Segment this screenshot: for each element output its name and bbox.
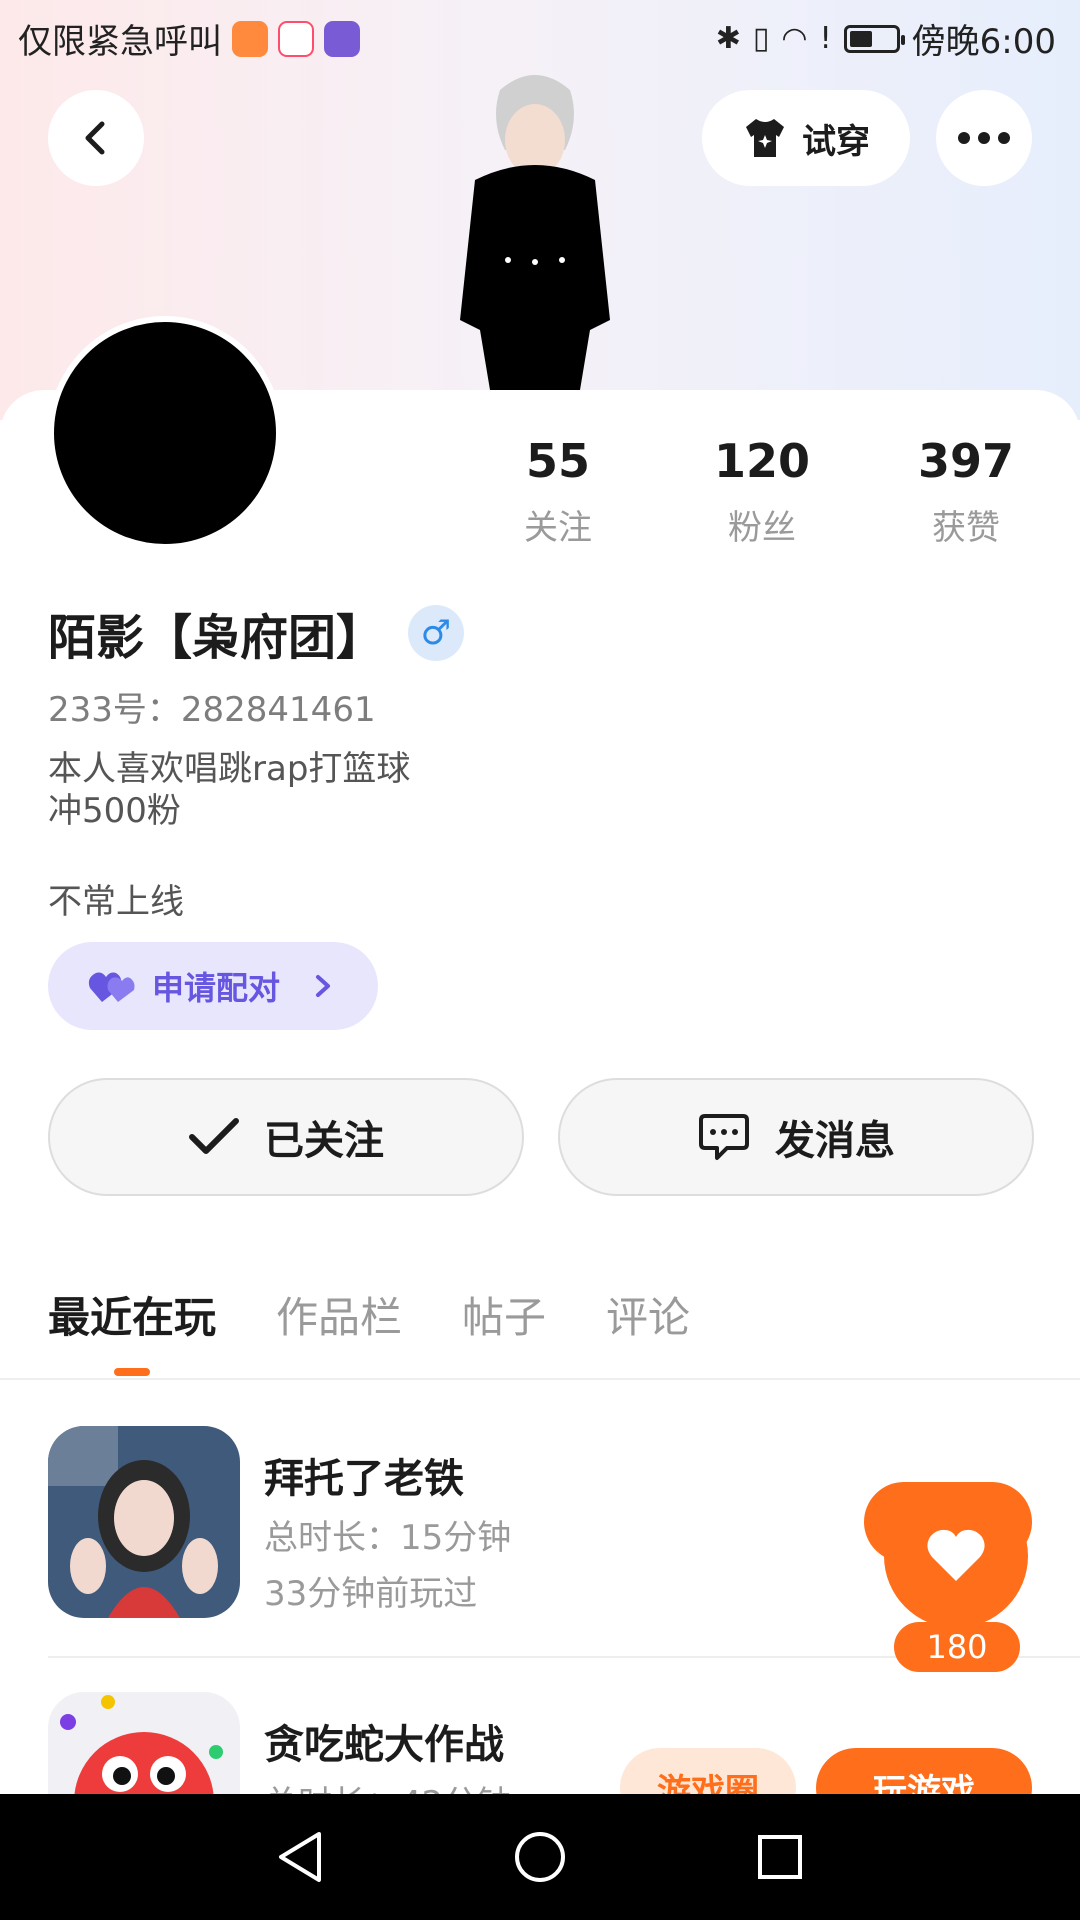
tab-divider [0,1378,1080,1380]
chevron-left-icon [85,121,105,155]
try-on-button[interactable]: 试穿 [702,90,910,186]
social-app-icon [324,20,360,57]
stat-followers[interactable]: 120 粉丝 [682,432,842,549]
profile-tabs: 最近在玩 作品栏 帖子 评论 [48,1284,690,1376]
user-id[interactable]: 233号：282841461 [48,682,376,731]
nav-home-button[interactable] [480,1794,600,1920]
following-label: 关注 [524,508,592,548]
chat-bubble-icon [699,1114,749,1160]
likes-count: 397 [917,434,1015,488]
game-title: 拜托了老铁 [264,1456,464,1502]
tab-posts[interactable]: 帖子 [462,1284,546,1374]
request-pair-button[interactable]: 申请配对 [48,942,378,1030]
triangle-back-icon [279,1832,321,1882]
vibrate-icon: ▯ [752,21,770,56]
avatar-3d-figure[interactable] [430,70,640,390]
back-button[interactable] [48,90,144,186]
send-message-button[interactable]: 发消息 [558,1078,1034,1196]
stats-row: 55 关注 120 粉丝 397 获赞 [0,432,1080,548]
double-heart-icon [88,972,135,1002]
bluetooth-icon: ✱ [715,21,741,56]
more-options-button[interactable] [936,90,1032,186]
alert-icon: ! [819,21,832,56]
tshirt-icon [746,119,784,157]
square-recents-icon [758,1835,802,1879]
wifi-icon: ◠ [781,21,808,56]
nav-recents-button[interactable] [720,1794,840,1920]
bio-line: 本人喜欢唱跳rap打篮球 [48,749,411,789]
system-navigation-bar [0,1794,1080,1920]
heart-icon [927,1529,985,1581]
tab-comments[interactable]: 评论 [606,1284,690,1374]
app-notification-icon [232,20,268,57]
game-title: 贪吃蛇大作战 [264,1722,504,1768]
likes-label: 获赞 [932,508,1000,548]
floating-like-button[interactable] [884,1484,1028,1628]
like-count-badge: 180 [894,1622,1020,1672]
followers-count: 120 [713,434,811,488]
bio-line: 冲500粉 [48,791,181,831]
clock-text: 傍晚6:00 [911,22,1056,62]
status-bar: 仅限紧急呼叫 ✱ ▯ ◠ ! 傍晚6:00 [0,0,1080,76]
send-message-label: 发消息 [775,1118,895,1164]
video-app-icon [278,20,314,57]
user-bio: 本人喜欢唱跳rap打篮球 冲500粉 [48,748,410,832]
following-count: 55 [525,434,590,488]
followed-label: 已关注 [264,1118,384,1164]
followed-button[interactable]: 已关注 [48,1078,524,1196]
more-horizontal-icon [958,132,1010,144]
game-last-played: 33分钟前玩过 [264,1574,478,1614]
checkmark-icon [189,1118,239,1154]
name-row: 陌影【枭府团】 ♂ [48,598,465,668]
online-status: 不常上线 [48,882,184,922]
followers-label: 粉丝 [728,508,796,548]
stat-following[interactable]: 55 关注 [478,432,638,549]
tab-works[interactable]: 作品栏 [276,1284,402,1374]
game-duration: 总时长：15分钟 [264,1518,512,1558]
stat-likes[interactable]: 397 获赞 [886,432,1046,549]
request-pair-label: 申请配对 [152,969,281,1007]
user-name: 陌影【枭府团】 [48,610,385,666]
chevron-right-icon [316,975,331,997]
game-thumbnail[interactable] [48,1426,240,1618]
circle-home-icon [515,1832,565,1882]
male-gender-icon: ♂ [408,605,465,661]
battery-icon [843,24,905,53]
try-on-label: 试穿 [802,121,870,162]
tab-recent-played[interactable]: 最近在玩 [48,1284,216,1376]
nav-back-button[interactable] [240,1794,360,1920]
carrier-text: 仅限紧急呼叫 [18,22,222,62]
